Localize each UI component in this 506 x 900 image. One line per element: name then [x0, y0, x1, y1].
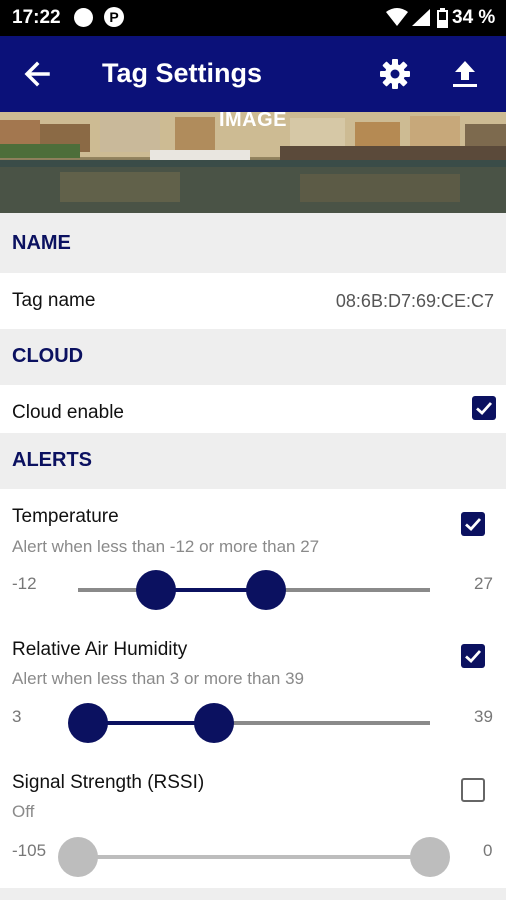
status-bar: 17:22 P 34 %	[0, 0, 506, 36]
upload-button[interactable]	[445, 54, 485, 94]
section-cloud-title: CLOUD	[12, 345, 84, 367]
app-bar: Tag Settings	[0, 36, 506, 112]
slider-min-label: -12	[12, 574, 37, 593]
checkmark-icon	[476, 402, 493, 415]
checkmark-icon	[465, 650, 482, 663]
alert-subtitle: Alert when less than -12 or more than 27	[12, 537, 320, 556]
temperature-slider-max-thumb[interactable]	[246, 570, 286, 610]
page-title: Tag Settings	[102, 58, 263, 88]
section-name-header: NAME	[0, 213, 506, 273]
temperature-slider-min-thumb[interactable]	[136, 570, 176, 610]
section-alerts-title: ALERTS	[12, 449, 92, 471]
signal-icon	[412, 9, 430, 26]
notification-p-icon: P	[104, 7, 124, 27]
slider-max-label: 0	[483, 841, 493, 860]
alert-item-temperature: Temperature Alert when less than -12 or …	[0, 489, 506, 621]
alert-item-humidity: Relative Air Humidity Alert when less th…	[0, 621, 506, 753]
section-alerts-header: ALERTS	[0, 433, 506, 489]
slider-min-label: 3	[12, 707, 22, 726]
cloud-enable-label: Cloud enable	[12, 402, 124, 423]
section-name-title: NAME	[12, 232, 71, 254]
cloud-enable-checkbox[interactable]	[472, 396, 496, 420]
status-icons	[386, 8, 448, 28]
tag-name-row[interactable]: Tag name 08:6B:D7:69:CE:C7	[0, 273, 506, 329]
alert-title: Signal Strength (RSSI)	[12, 772, 205, 793]
rssi-alert-checkbox[interactable]	[461, 778, 485, 802]
tag-name-label: Tag name	[12, 290, 96, 311]
slider-max-label: 39	[474, 707, 493, 726]
slider-max-label: 27	[474, 574, 493, 593]
rssi-slider-track[interactable]	[78, 855, 430, 859]
gear-icon	[380, 59, 410, 89]
checkmark-icon	[465, 518, 482, 531]
humidity-slider-min-thumb[interactable]	[68, 703, 108, 743]
section-divider	[0, 888, 506, 900]
tag-name-value: 08:6B:D7:69:CE:C7	[335, 291, 494, 311]
slider-min-label: -105	[12, 841, 47, 860]
wifi-icon	[386, 8, 408, 26]
rssi-slider-min-thumb[interactable]	[58, 837, 98, 877]
notification-circle-icon	[74, 8, 93, 27]
temperature-alert-checkbox[interactable]	[461, 512, 485, 536]
back-arrow-icon	[24, 61, 50, 87]
battery-percent: 34 %	[452, 7, 496, 28]
alert-title: Relative Air Humidity	[12, 639, 188, 660]
settings-button[interactable]	[375, 54, 415, 94]
humidity-alert-checkbox[interactable]	[461, 644, 485, 668]
upload-icon	[453, 61, 477, 87]
alert-title: Temperature	[12, 506, 119, 527]
humidity-slider-max-thumb[interactable]	[194, 703, 234, 743]
section-cloud-header: CLOUD	[0, 329, 506, 385]
rssi-slider-max-thumb[interactable]	[410, 837, 450, 877]
tag-image-banner[interactable]: IMAGE	[0, 112, 506, 213]
status-time: 17:22	[12, 7, 61, 28]
image-label: IMAGE	[218, 112, 288, 131]
alert-subtitle: Alert when less than 3 or more than 39	[12, 669, 304, 688]
alert-item-rssi: Signal Strength (RSSI) Off -105 0	[0, 753, 506, 888]
cloud-enable-row[interactable]: Cloud enable	[0, 385, 506, 433]
alert-subtitle: Off	[12, 802, 35, 821]
back-button[interactable]	[18, 54, 58, 94]
